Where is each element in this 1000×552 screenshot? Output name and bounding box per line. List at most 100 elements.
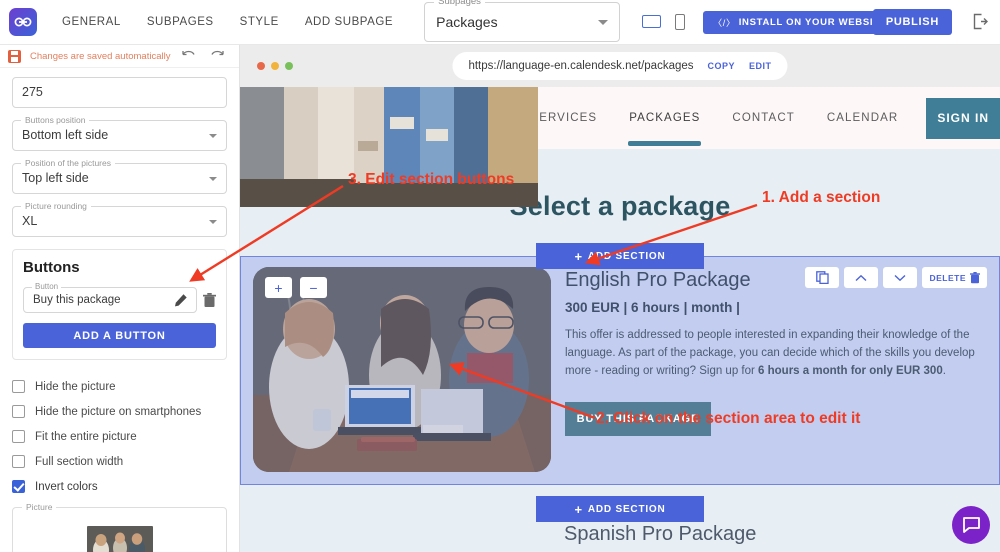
checkbox-label: Hide the picture on smartphones bbox=[35, 405, 202, 418]
description-bold: 6 hours a month for only EUR 300 bbox=[758, 364, 943, 377]
checkbox-invert-colors[interactable]: Invert colors bbox=[12, 474, 227, 499]
section-height-value: 275 bbox=[22, 85, 43, 99]
add-button-label: ADD A BUTTON bbox=[73, 329, 166, 342]
button-field-label: Button bbox=[32, 282, 62, 291]
checkbox-label: Fit the entire picture bbox=[35, 430, 137, 443]
picture-field[interactable]: Picture bbox=[12, 502, 227, 552]
subpages-select-label: Subpages bbox=[434, 0, 485, 7]
annotation-1-add-a-section: 1. Add a section bbox=[762, 189, 881, 206]
picture-rounding-value: XL bbox=[22, 214, 38, 228]
add-section-button-bottom[interactable]: + ADD SECTION bbox=[536, 496, 704, 522]
settings-sidebar: Changes are saved automatically 275 Butt… bbox=[0, 45, 240, 552]
checkbox-hide-the-picture-on-smartphones[interactable]: Hide the picture on smartphones bbox=[12, 399, 227, 424]
install-on-website-button[interactable]: 〈/〉 INSTALL ON YOUR WEBSITE bbox=[703, 10, 897, 34]
add-section-button-top[interactable]: + ADD SECTION bbox=[536, 243, 704, 269]
move-section-up-button[interactable] bbox=[844, 267, 879, 288]
checkbox-label: Hide the picture bbox=[35, 380, 116, 393]
duplicate-section-button[interactable] bbox=[805, 267, 840, 288]
section-english-pro-package-wrap: + − DELETE English Pro Package 300 EUR |… bbox=[240, 256, 1000, 485]
window-dots bbox=[257, 62, 293, 70]
section-height-field[interactable]: 275 bbox=[12, 77, 227, 108]
pencil-icon[interactable] bbox=[174, 293, 188, 307]
logout-icon[interactable] bbox=[972, 13, 988, 30]
sign-in-button[interactable]: SIGN IN bbox=[926, 97, 1000, 139]
desktop-icon[interactable] bbox=[642, 14, 662, 30]
site-canvas: ESTABLISHED 1999 LOGO YOUR BUSINESS IDEA… bbox=[240, 87, 1000, 552]
package-image-spanish[interactable] bbox=[240, 87, 550, 552]
package-details-english: DELETE English Pro Package 300 EUR | 6 h… bbox=[565, 267, 987, 472]
buttons-position-value: Bottom left side bbox=[22, 128, 109, 142]
top-toolbar: GENERAL SUBPAGES STYLE ADD SUBPAGE Subpa… bbox=[0, 0, 1000, 45]
url-text: https://language-en.calendesk.net/packag… bbox=[468, 60, 694, 72]
picture-thumbnail[interactable] bbox=[86, 526, 153, 552]
trash-icon bbox=[970, 271, 980, 284]
pictures-position-label: Position of the pictures bbox=[21, 158, 115, 168]
annotation-3-edit-section-buttons: 3. Edit section buttons bbox=[348, 171, 515, 188]
package-title: Spanish Pro Package bbox=[564, 523, 757, 545]
chat-bubble-icon[interactable] bbox=[952, 506, 990, 544]
move-section-down-button[interactable] bbox=[883, 267, 918, 288]
section-toolbar: DELETE bbox=[805, 267, 987, 288]
sidebar-body: 275 Buttons position Bottom left side Po… bbox=[0, 77, 239, 552]
button-text-input[interactable]: Button Buy this package bbox=[23, 282, 197, 313]
app-root: GENERAL SUBPAGES STYLE ADD SUBPAGE Subpa… bbox=[0, 0, 1000, 552]
buttons-position-select[interactable]: Buttons position Bottom left side bbox=[12, 115, 227, 151]
subpages-select-value: Packages bbox=[436, 14, 498, 30]
minimize-dot-icon bbox=[271, 62, 279, 70]
chevron-down-icon bbox=[209, 134, 217, 138]
pictures-position-select[interactable]: Position of the pictures Top left side bbox=[12, 158, 227, 194]
section-english-pro-package[interactable]: + − DELETE English Pro Package 300 EUR |… bbox=[240, 256, 1000, 485]
calendesk-logo-icon[interactable] bbox=[9, 8, 37, 36]
package-price: 300 EUR | 6 hours | month | bbox=[565, 300, 740, 315]
save-status-row: Changes are saved automatically bbox=[0, 45, 239, 68]
nav-subpages[interactable]: SUBPAGES bbox=[134, 16, 227, 28]
picture-rounding-label: Picture rounding bbox=[21, 201, 91, 211]
add-section-label: ADD SECTION bbox=[587, 250, 666, 262]
chevron-down-icon bbox=[209, 177, 217, 181]
checkbox-box bbox=[12, 455, 25, 468]
plus-icon: + bbox=[574, 501, 583, 517]
add-section-label: ADD SECTION bbox=[587, 503, 666, 515]
checkbox-box bbox=[12, 380, 25, 393]
trash-icon[interactable] bbox=[203, 292, 216, 308]
nav-general[interactable]: GENERAL bbox=[49, 16, 134, 28]
publish-button-label: PUBLISH bbox=[885, 16, 939, 28]
mobile-icon[interactable] bbox=[675, 14, 686, 30]
add-a-button-button[interactable]: ADD A BUTTON bbox=[23, 323, 216, 348]
publish-button[interactable]: PUBLISH bbox=[872, 9, 952, 35]
nav-style[interactable]: STYLE bbox=[227, 16, 292, 28]
checkbox-hide-the-picture[interactable]: Hide the picture bbox=[12, 374, 227, 399]
button-field-value: Buy this package bbox=[33, 294, 121, 306]
checkbox-box bbox=[12, 430, 25, 443]
zoom-out-button[interactable]: − bbox=[300, 277, 327, 298]
site-menu-calendar[interactable]: CALENDAR bbox=[811, 112, 914, 124]
maximize-dot-icon bbox=[285, 62, 293, 70]
checkbox-box bbox=[12, 405, 25, 418]
picture-rounding-select[interactable]: Picture rounding XL bbox=[12, 201, 227, 237]
nav-add-subpage[interactable]: ADD SUBPAGE bbox=[292, 16, 406, 28]
undo-icon[interactable] bbox=[181, 47, 196, 65]
delete-section-button[interactable]: DELETE bbox=[922, 267, 987, 288]
edit-url-button[interactable]: EDIT bbox=[749, 61, 772, 71]
url-bar: https://language-en.calendesk.net/packag… bbox=[452, 52, 788, 80]
checkbox-fit-the-entire-picture[interactable]: Fit the entire picture bbox=[12, 424, 227, 449]
site-menu-contact[interactable]: CONTACT bbox=[716, 112, 810, 124]
checkbox-box bbox=[12, 480, 25, 493]
chevron-down-icon bbox=[598, 20, 609, 25]
picture-field-label: Picture bbox=[22, 502, 57, 512]
checkbox-full-section-width[interactable]: Full section width bbox=[12, 449, 227, 474]
site-menu-packages[interactable]: PACKAGES bbox=[613, 112, 716, 146]
save-disk-icon bbox=[8, 49, 21, 63]
zoom-in-button[interactable]: + bbox=[265, 277, 292, 298]
checkbox-label: Full section width bbox=[35, 455, 124, 468]
package-image-english[interactable]: + − bbox=[253, 267, 551, 472]
copy-url-button[interactable]: COPY bbox=[708, 61, 736, 71]
device-preview-toggles bbox=[642, 14, 686, 30]
plus-icon: + bbox=[574, 248, 583, 264]
subpages-select[interactable]: Subpages Packages bbox=[424, 0, 621, 42]
undo-redo-group bbox=[181, 47, 231, 65]
save-status-text: Changes are saved automatically bbox=[30, 50, 171, 62]
redo-icon[interactable] bbox=[210, 47, 225, 65]
close-dot-icon bbox=[257, 62, 265, 70]
package-description: This offer is addressed to people intere… bbox=[565, 327, 987, 380]
